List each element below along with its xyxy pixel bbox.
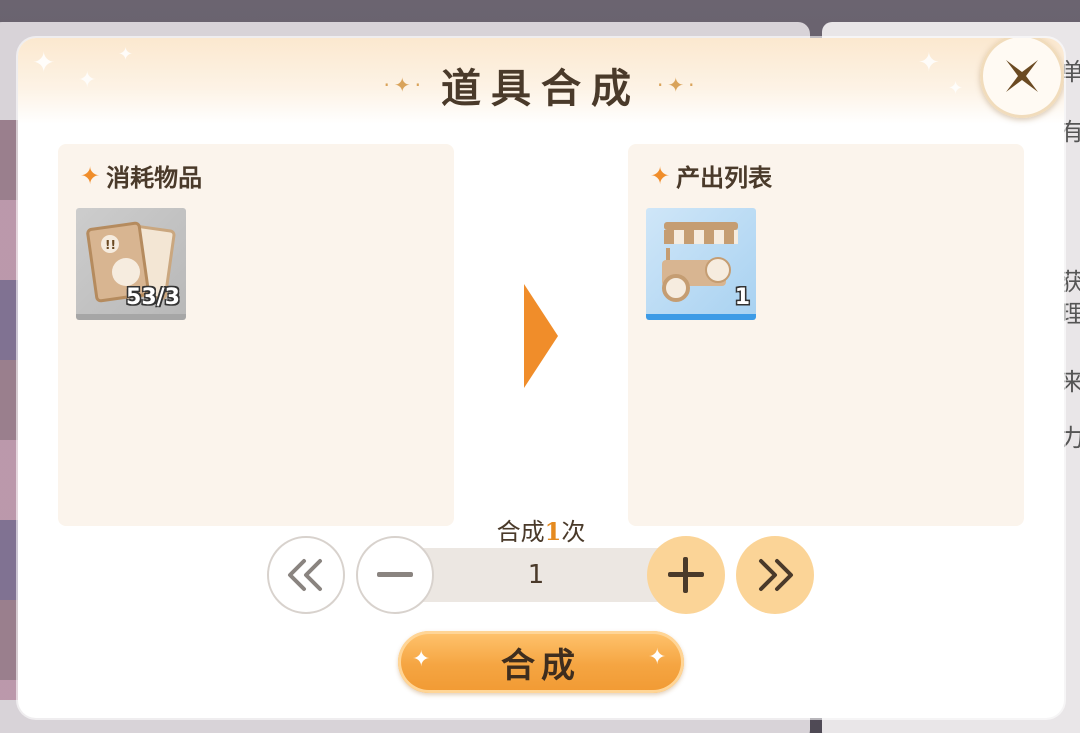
double-chevron-right-icon <box>759 559 793 591</box>
consume-items-panel: ✦ 消耗物品 !! 53/3 <box>58 144 454 526</box>
count-label-times: 1 <box>544 517 562 546</box>
star-icon: ✦ <box>80 161 101 190</box>
sparkle-icon: ✦ <box>412 647 431 672</box>
dialog-title: 道具合成 <box>441 66 641 112</box>
double-chevron-left-icon <box>288 559 322 591</box>
title-decoration-left: ·✦· <box>383 73 425 97</box>
decrease-max-button[interactable] <box>267 536 345 614</box>
panel-title-text: 消耗物品 <box>106 164 203 192</box>
consume-item-count: 53/3 <box>126 285 180 310</box>
sparkle-icon: ✦ <box>648 645 667 670</box>
minus-icon <box>377 572 413 577</box>
panel-title: ✦ 产出列表 <box>650 158 772 193</box>
quantity-value[interactable]: 1 <box>410 548 662 602</box>
panel-title-text: 产出列表 <box>676 164 773 192</box>
increase-button[interactable] <box>647 536 725 614</box>
star-icon: ✦ <box>650 161 671 190</box>
output-item-count: 1 <box>734 285 750 310</box>
item-synthesis-dialog: ✦ ✦ ✦ ✦ ✦ ·✦· 道具合成 ·✦· ✦ 消耗物品 !! 53/3 ✦ … <box>18 38 1064 718</box>
dialog-title-group: ·✦· 道具合成 ·✦· <box>18 56 1064 114</box>
title-decoration-right: ·✦· <box>657 73 699 97</box>
count-label-prefix: 合成 <box>496 518 545 546</box>
craft-count-label: 合成1次 <box>18 512 1064 547</box>
svg-text:!!: !! <box>105 238 116 252</box>
output-item-slot[interactable]: 1 <box>646 208 756 320</box>
synthesize-button[interactable]: ✦ ✦ 合成 <box>398 631 684 693</box>
output-list-panel: ✦ 产出列表 1 <box>628 144 1024 526</box>
arrow-right-icon <box>524 284 558 388</box>
synthesize-button-label: 合成 <box>501 645 581 686</box>
count-label-suffix: 次 <box>561 518 586 546</box>
consume-item-slot[interactable]: !! 53/3 <box>76 208 186 320</box>
close-icon <box>1006 60 1038 92</box>
decrease-button[interactable] <box>356 536 434 614</box>
plus-icon <box>668 557 704 593</box>
increase-max-button[interactable] <box>736 536 814 614</box>
dialog-header: ✦ ✦ ✦ ✦ ✦ ·✦· 道具合成 ·✦· <box>18 38 1064 124</box>
close-button[interactable] <box>980 38 1064 118</box>
panel-title: ✦ 消耗物品 <box>80 158 202 193</box>
